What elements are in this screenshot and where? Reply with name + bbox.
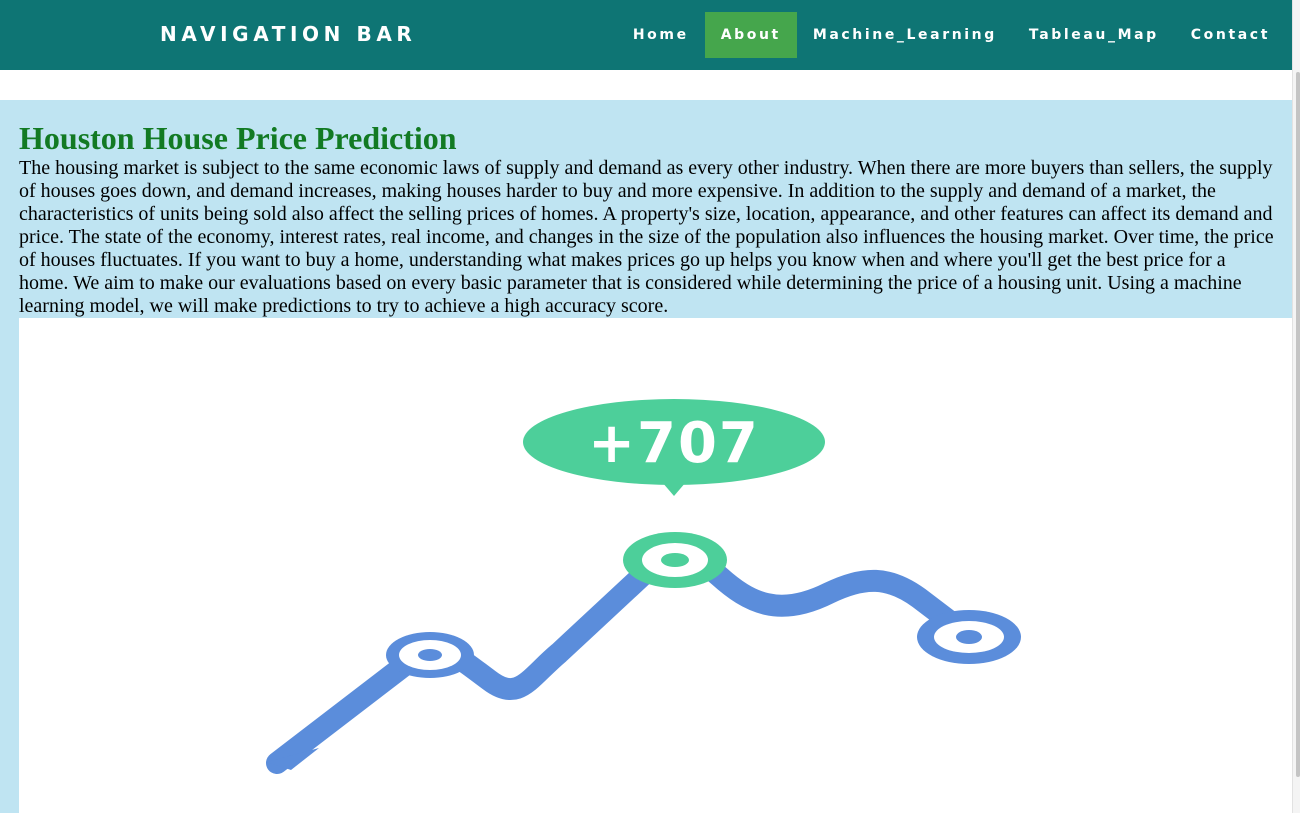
nav-link-tableau-map[interactable]: Tableau_Map bbox=[1013, 12, 1175, 58]
data-point-marker bbox=[386, 632, 474, 678]
scrollbar-thumb[interactable] bbox=[1296, 72, 1300, 777]
trend-line bbox=[266, 543, 980, 774]
trend-line-graphic: +707 bbox=[266, 399, 1021, 774]
price-trend-illustration: +707 bbox=[19, 318, 1292, 813]
data-point-marker bbox=[623, 532, 727, 588]
page-title: Houston House Price Prediction bbox=[19, 120, 457, 156]
nav-link-contact[interactable]: Contact bbox=[1175, 12, 1286, 58]
main-content: Houston House Price Prediction The housi… bbox=[0, 100, 1292, 813]
intro-paragraph: The housing market is subject to the sam… bbox=[19, 157, 1274, 317]
nav-link-machine-learning[interactable]: Machine_Learning bbox=[797, 12, 1013, 58]
navigation-bar: NAVIGATION BAR Home About Machine_Learni… bbox=[0, 0, 1292, 70]
badge-value: +707 bbox=[588, 411, 760, 476]
nav-links: Home About Machine_Learning Tableau_Map … bbox=[617, 12, 1286, 58]
data-point-marker bbox=[917, 610, 1021, 664]
intro-section: Houston House Price Prediction The housi… bbox=[19, 100, 1277, 318]
vertical-scrollbar[interactable] bbox=[1292, 0, 1300, 813]
nav-link-home[interactable]: Home bbox=[617, 12, 705, 58]
value-badge: +707 bbox=[523, 399, 825, 496]
nav-link-about[interactable]: About bbox=[704, 12, 797, 58]
brand-title: NAVIGATION BAR bbox=[160, 22, 417, 46]
